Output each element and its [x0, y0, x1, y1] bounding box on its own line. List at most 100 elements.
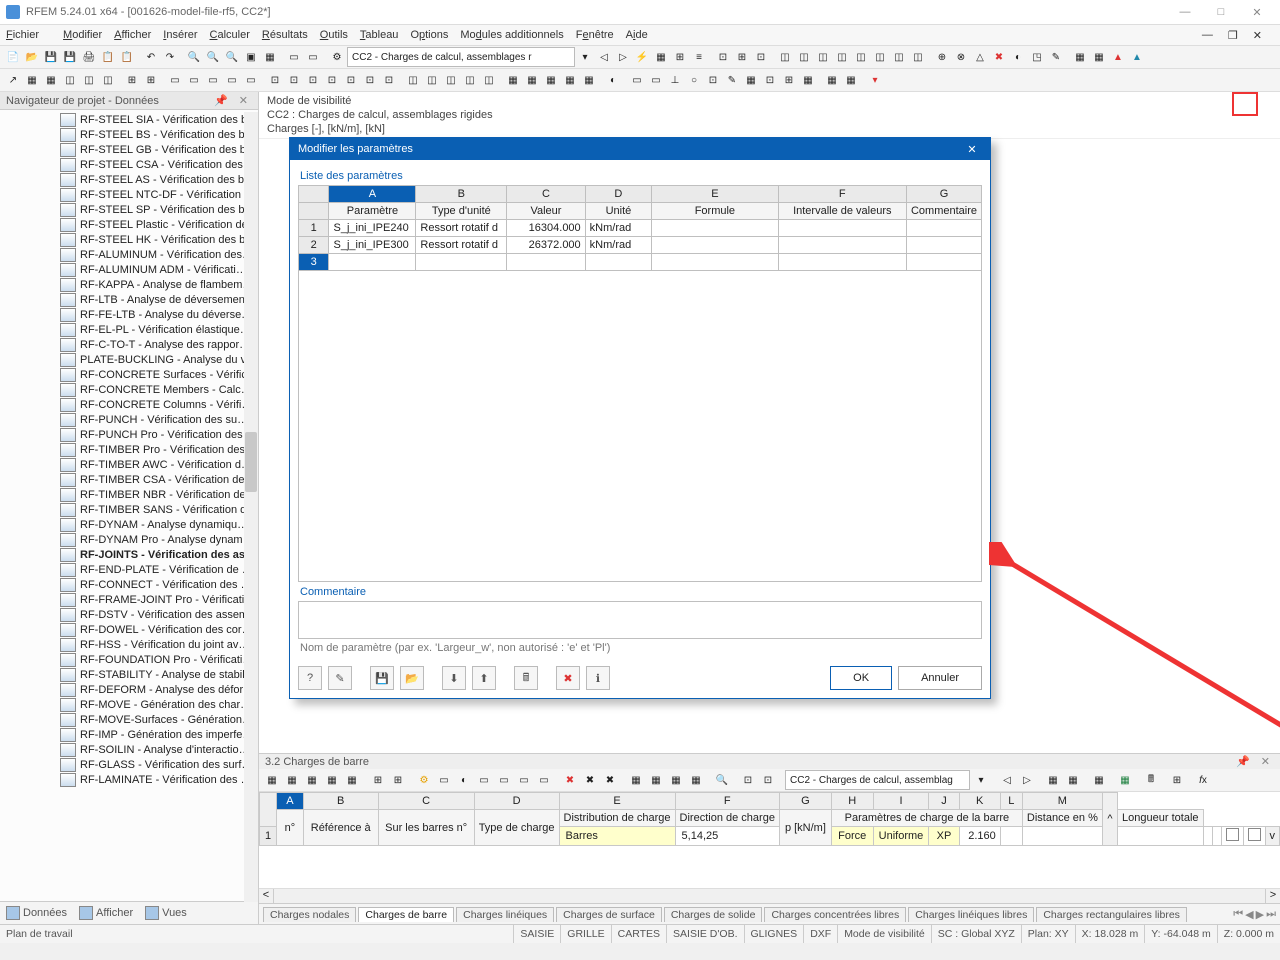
delete-icon[interactable]: ✖ [556, 666, 580, 690]
window-icon[interactable]: ▭ [285, 48, 303, 66]
menu-calculer[interactable]: Calculer [210, 29, 250, 41]
tree-item[interactable]: RF-STEEL SIA - Vérification des b… [0, 112, 258, 127]
help-icon[interactable]: ? [298, 666, 322, 690]
save-icon[interactable]: 💾 [42, 48, 60, 66]
r2-ap-icon[interactable]: ▦ [823, 71, 841, 89]
bt-u-icon[interactable]: ▦ [687, 771, 705, 789]
bt-i-icon[interactable]: ▭ [435, 771, 453, 789]
bt-excel-icon[interactable]: ▦ [1116, 771, 1134, 789]
r2-al-icon[interactable]: ▦ [742, 71, 760, 89]
new-icon[interactable]: 📄 [4, 48, 22, 66]
r2-t-icon[interactable]: ⊡ [380, 71, 398, 89]
r2-x-icon[interactable]: ◫ [461, 71, 479, 89]
tree-item[interactable]: RF-STEEL CSA - Vérification des l… [0, 157, 258, 172]
tool-o-icon[interactable]: ⊕ [933, 48, 951, 66]
bt-w-icon[interactable]: ⊡ [739, 771, 757, 789]
r2-am-icon[interactable]: ⊡ [761, 71, 779, 89]
tool-m-icon[interactable]: ◫ [890, 48, 908, 66]
menu-modifier[interactable]: Modifier [63, 29, 102, 41]
col-A[interactable]: A [329, 186, 416, 203]
r2-q-icon[interactable]: ⊡ [323, 71, 341, 89]
tree-item[interactable]: RF-TIMBER AWC - Vérification d… [0, 457, 258, 472]
r2-aa-icon[interactable]: ▦ [523, 71, 541, 89]
tab-charges-rect-libres[interactable]: Charges rectangulaires libres [1036, 907, 1187, 922]
r2-p-icon[interactable]: ⊡ [304, 71, 322, 89]
r2-ae-icon[interactable]: ◐ [604, 71, 622, 89]
bottom-hscroll[interactable]: < > [259, 888, 1280, 903]
bt-y-icon[interactable]: ▦ [1044, 771, 1062, 789]
bt-m-icon[interactable]: ▭ [515, 771, 533, 789]
bt-j-icon[interactable]: ◐ [455, 771, 473, 789]
tree-item[interactable]: RF-STEEL NTC-DF - Vérification … [0, 187, 258, 202]
tree-item[interactable]: RF-DEFORM - Analyse des défor… [0, 682, 258, 697]
tab-prev-icon[interactable]: ◀ [1245, 908, 1253, 921]
tree-item[interactable]: RF-STEEL Plastic - Vérification de… [0, 217, 258, 232]
zoom3-icon[interactable]: 🔍 [223, 48, 241, 66]
r2-r-icon[interactable]: ⊡ [342, 71, 360, 89]
status-saisie-ob[interactable]: SAISIE D'OB. [666, 925, 743, 943]
r2-c-icon[interactable]: ▦ [42, 71, 60, 89]
bt-k-icon[interactable]: ▭ [475, 771, 493, 789]
status-dxf[interactable]: DXF [803, 925, 837, 943]
tool-v-icon[interactable]: ▦ [1071, 48, 1089, 66]
tab-charges-surface[interactable]: Charges de surface [556, 907, 662, 922]
r2-af-icon[interactable]: ▭ [628, 71, 646, 89]
sidebar-tab-afficher[interactable]: Afficher [73, 904, 139, 922]
r2-u-icon[interactable]: ◫ [404, 71, 422, 89]
info-icon[interactable]: ℹ [586, 666, 610, 690]
r2-d-icon[interactable]: ◫ [61, 71, 79, 89]
bt-r-icon[interactable]: ▦ [627, 771, 645, 789]
r2-o-icon[interactable]: ⊡ [285, 71, 303, 89]
bt-q-icon[interactable]: ✖ [601, 771, 619, 789]
loadcase-combo[interactable]: CC2 - Charges de calcul, assemblages r [347, 47, 575, 67]
cancel-button[interactable]: Annuler [898, 666, 982, 690]
maximize-button[interactable]: □ [1204, 2, 1238, 22]
bt-z-icon[interactable]: ▦ [1064, 771, 1082, 789]
tree-item[interactable]: RF-CONCRETE Columns - Vérifi… [0, 397, 258, 412]
view2-icon[interactable]: ▦ [261, 48, 279, 66]
menu-tableau[interactable]: Tableau [360, 29, 399, 41]
bt-next-icon[interactable]: ▷ [1018, 771, 1036, 789]
close-button[interactable]: ✕ [1240, 2, 1274, 22]
tree-item[interactable]: RF-TIMBER NBR - Vérification de… [0, 487, 258, 502]
tree-item[interactable]: RF-CONCRETE Members - Calc… [0, 382, 258, 397]
menu-fichier[interactable]: Fichier [6, 29, 51, 41]
edit-icon[interactable]: ✎ [328, 666, 352, 690]
r2-ad-icon[interactable]: ▦ [580, 71, 598, 89]
copy-icon[interactable]: 📋 [99, 48, 117, 66]
tool-p-icon[interactable]: ⊗ [952, 48, 970, 66]
tool-y-icon[interactable]: ▲ [1128, 48, 1146, 66]
tree-item[interactable]: RF-STEEL SP - Vérification des ba… [0, 202, 258, 217]
loadcase-icon[interactable]: ⚙ [328, 48, 346, 66]
tree-item[interactable]: RF-END-PLATE - Vérification de … [0, 562, 258, 577]
r2-a-icon[interactable]: ↗ [4, 71, 22, 89]
r2-ao-icon[interactable]: ▦ [799, 71, 817, 89]
tree-item[interactable]: RF-FE-LTB - Analyse du déverse… [0, 307, 258, 322]
saveall-icon[interactable]: 💾 [61, 48, 79, 66]
tool-u-icon[interactable]: ✎ [1047, 48, 1065, 66]
bt-h-icon[interactable]: ⚙ [415, 771, 433, 789]
r2-k-icon[interactable]: ▭ [204, 71, 222, 89]
r2-f-icon[interactable]: ◫ [99, 71, 117, 89]
bt-l-icon[interactable]: ▭ [495, 771, 513, 789]
tree-item[interactable]: RF-ALUMINUM - Vérification des… [0, 247, 258, 262]
r2-v-icon[interactable]: ◫ [423, 71, 441, 89]
r2-ar-icon[interactable]: ▾ [866, 71, 884, 89]
col-B[interactable]: B [416, 186, 507, 203]
ok-button[interactable]: OK [830, 666, 892, 690]
comment-input[interactable] [298, 601, 982, 639]
tree-item[interactable]: RF-CONNECT - Vérification des … [0, 577, 258, 592]
tool-l-icon[interactable]: ◫ [871, 48, 889, 66]
r2-y-icon[interactable]: ◫ [480, 71, 498, 89]
tool-n-icon[interactable]: ◫ [909, 48, 927, 66]
tree-item[interactable]: RF-CONCRETE Surfaces - Vérific… [0, 367, 258, 382]
bt-v-icon[interactable]: 🔍 [713, 771, 731, 789]
tree-item[interactable]: RF-TIMBER Pro - Vérification des… [0, 442, 258, 457]
tree-item[interactable]: RF-DSTV - Vérification des assem… [0, 607, 258, 622]
mdi-restore-icon[interactable]: ❐ [1228, 29, 1238, 42]
tree-item[interactable]: RF-STABILITY - Analyse de stabil… [0, 667, 258, 682]
tab-next-icon[interactable]: ▶ [1256, 908, 1264, 921]
tree-item[interactable]: RF-C-TO-T - Analyse des rappor… [0, 337, 258, 352]
param-row-3[interactable]: 3 [299, 254, 982, 271]
col-G[interactable]: G [906, 186, 981, 203]
